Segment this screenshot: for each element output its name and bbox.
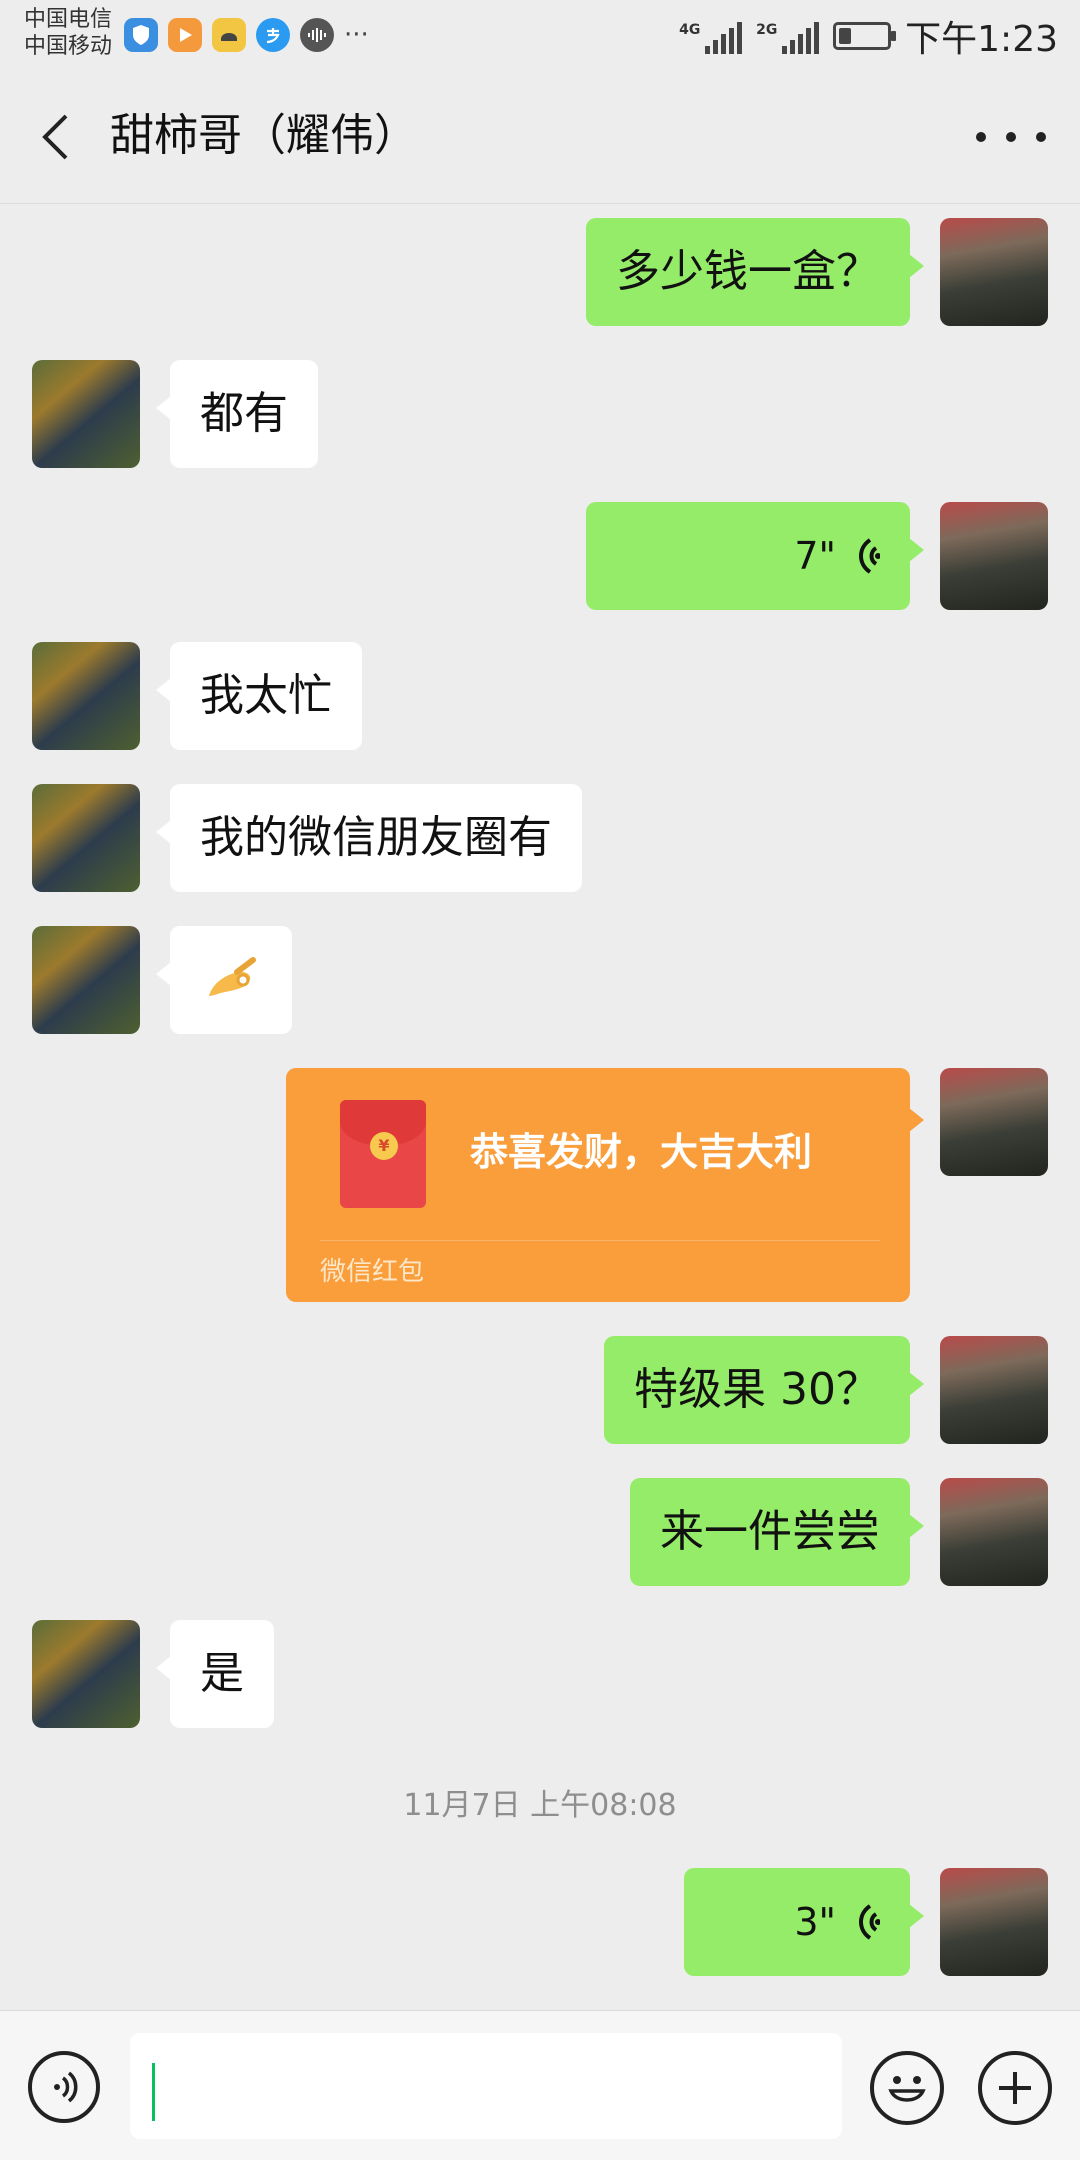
status-time: 下午1:23 [905,19,1058,60]
back-icon[interactable] [30,108,80,166]
contact-avatar[interactable] [32,1620,140,1728]
message-bubble-sent[interactable]: 来一件尝尝 [630,1478,924,1586]
more-actions-plus-icon[interactable] [978,2051,1052,2125]
message-list[interactable]: 多少钱一盒？ 都有 7" 我太忙 我的微信朋友圈有 ¥ 恭喜发财，大吉大利 微信… [0,204,1080,2010]
message-bubble-received[interactable]: 都有 [156,360,318,468]
my-avatar[interactable] [940,1068,1048,1176]
signal-2g-icon: 2G [756,18,820,54]
status-bar: 中国电信 中国移动 ··· 4G 2G 下午1:23 [0,0,1080,70]
voice-wave-icon [850,534,881,578]
voice-wave-icon [850,1900,881,1944]
my-avatar[interactable] [940,1868,1048,1976]
voice-duration: 3" [794,1900,836,1944]
voice-duration: 7" [794,534,836,578]
contact-avatar[interactable] [32,360,140,468]
alipay-icon [256,18,290,52]
message-bubble-received[interactable]: 是 [156,1620,274,1728]
voice-input-toggle-icon[interactable] [28,2051,100,2123]
ok-hand-emoji-icon [209,957,256,996]
message-bubble-received[interactable]: 我的微信朋友圈有 [156,784,582,892]
more-options-icon[interactable] [976,110,1046,164]
input-bar [0,2010,1080,2160]
contact-avatar[interactable] [32,642,140,750]
red-packet-label: 微信红包 [320,1257,425,1287]
audio-icon [300,18,334,52]
text-cursor [152,2063,155,2121]
contact-avatar[interactable] [32,784,140,892]
face-icon [212,18,246,52]
voice-message-sent[interactable]: 7" [586,502,924,610]
voice-message-sent[interactable]: 3" [684,1868,924,1976]
shield-icon [124,18,158,52]
carrier-1: 中国电信 [24,7,113,32]
battery-icon [833,22,897,50]
carrier-info: 中国电信 中国移动 [24,6,112,60]
network-2g-label: 2G [756,22,778,38]
emoji-icon[interactable] [870,2051,944,2125]
contact-avatar[interactable] [32,926,140,1034]
red-packet-title: 恭喜发财，大吉大利 [470,1130,813,1174]
message-bubble-sent[interactable]: 多少钱一盒？ [586,218,924,326]
my-avatar[interactable] [940,502,1048,610]
my-avatar[interactable] [940,218,1048,326]
message-timestamp: 11月7日 上午08:08 [403,1788,677,1823]
message-bubble-received[interactable]: 我太忙 [156,642,362,750]
network-4g-label: 4G [679,22,701,38]
video-play-icon [168,18,202,52]
message-input[interactable] [130,2033,842,2139]
chat-header: 甜柿哥（耀伟） [0,70,1080,204]
my-avatar[interactable] [940,1336,1048,1444]
signal-4g-icon: 4G [679,18,743,54]
message-bubble-sent[interactable]: 特级果 30？ [604,1336,924,1444]
chat-title: 甜柿哥（耀伟） [110,110,418,161]
red-envelope-icon: ¥ [340,1100,426,1208]
notification-icons: ··· [124,18,369,52]
my-avatar[interactable] [940,1478,1048,1586]
red-packet-message[interactable]: ¥ 恭喜发财，大吉大利 微信红包 [286,1068,924,1302]
carrier-2: 中国移动 [24,34,113,59]
battery-level [839,28,851,44]
emoji-message-received[interactable] [156,926,292,1034]
more-notifications-icon: ··· [344,20,369,50]
